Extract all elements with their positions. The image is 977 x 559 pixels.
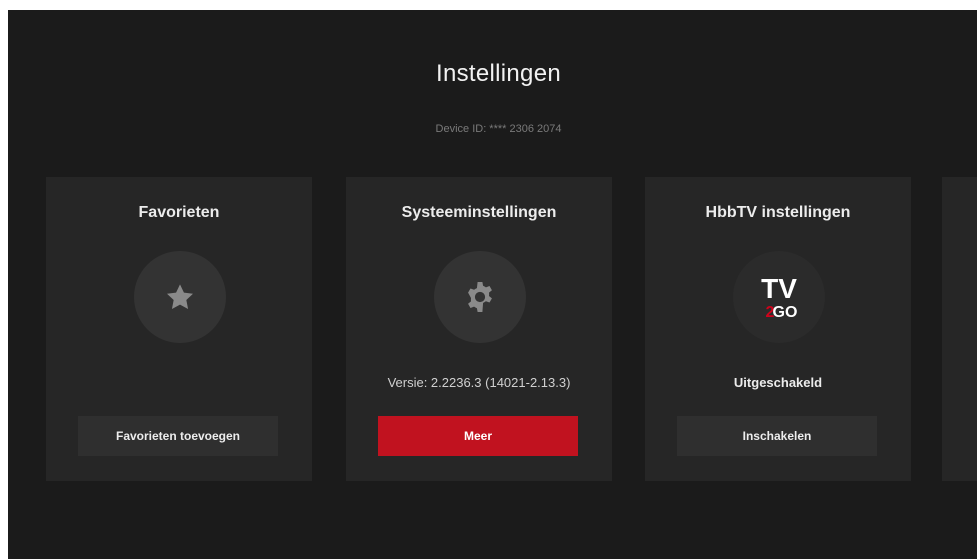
card-title: Systeeminstellingen: [401, 204, 557, 221]
svg-text:GO: GO: [773, 304, 798, 321]
hbbtv-status: Uitgeschakeld: [733, 375, 823, 390]
card-favorieten[interactable]: Favorieten Favorieten toevoegen: [46, 177, 312, 481]
gear-icon: [468, 282, 492, 312]
card-systeeminstellingen[interactable]: Systeeminstellingen Versie: 2.2236.3 (14…: [346, 177, 612, 481]
svg-text:TV: TV: [761, 273, 797, 304]
inschakelen-button[interactable]: Inschakelen: [677, 416, 877, 456]
tv2go-logo-graphic: TV 2 GO: [761, 273, 798, 321]
card-title: Favorieten: [138, 204, 220, 221]
favorieten-toevoegen-button[interactable]: Favorieten toevoegen: [78, 416, 278, 456]
card-title: HbbTV instellingen: [705, 204, 851, 221]
settings-screen: Instellingen Device ID: **** 2306 2074 F…: [8, 10, 977, 559]
card-hbbtv-instellingen[interactable]: HbbTV instellingen TV 2 GO Uitgeschakeld…: [645, 177, 911, 481]
meer-button[interactable]: Meer: [378, 416, 578, 456]
device-id: Device ID: **** 2306 2074: [435, 123, 562, 135]
star-icon: [167, 284, 193, 309]
star-icon-circle: [134, 251, 226, 343]
version-text: Versie: 2.2236.3 (14021-2.13.3): [387, 375, 571, 390]
gear-icon-circle: [434, 251, 526, 343]
page-title: Instellingen: [435, 60, 562, 87]
card-next-partial[interactable]: [942, 177, 977, 481]
tv2go-logo: TV 2 GO: [733, 251, 825, 343]
